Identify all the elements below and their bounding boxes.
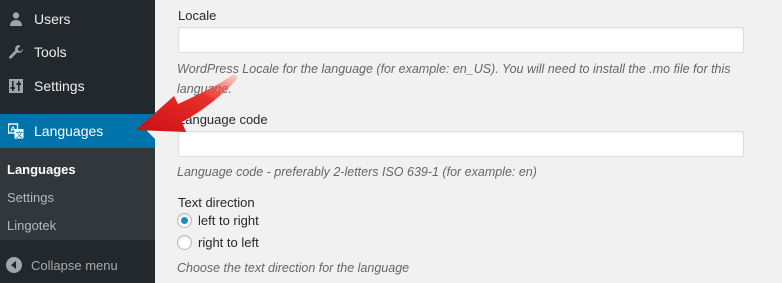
collapse-menu-button[interactable]: Collapse menu [0, 252, 155, 278]
language-code-description: Language code - preferably 2-letters ISO… [177, 165, 537, 179]
radio-ltr[interactable] [177, 213, 192, 228]
sidebar-item-label: Users [34, 11, 71, 27]
users-icon [6, 9, 26, 29]
sidebar-item-users[interactable]: Users [0, 2, 155, 36]
languages-submenu: Languages Settings Lingotek [0, 148, 155, 240]
wrench-icon [6, 42, 26, 62]
settings-icon [6, 76, 26, 96]
language-form: Locale WordPress Locale for the language… [155, 0, 782, 283]
text-direction-description: Choose the text direction for the langua… [177, 261, 410, 275]
submenu-item-lingotek[interactable]: Lingotek [7, 218, 56, 233]
locale-label: Locale [178, 8, 217, 23]
collapse-menu-label: Collapse menu [31, 257, 118, 273]
text-direction-label: Text direction [178, 195, 255, 210]
radio-option-ltr[interactable]: left to right [177, 213, 259, 228]
language-code-input[interactable] [178, 131, 744, 157]
sidebar-item-languages[interactable]: A文 Languages [0, 114, 155, 148]
sidebar-item-tools[interactable]: Tools [0, 35, 155, 69]
sidebar-item-label: Settings [34, 78, 85, 94]
sidebar-item-label: Tools [34, 44, 67, 60]
sidebar-item-label: Languages [34, 123, 104, 139]
sidebar-item-settings[interactable]: Settings [0, 69, 155, 103]
radio-option-rtl[interactable]: right to left [177, 235, 259, 250]
radio-ltr-label[interactable]: left to right [198, 213, 259, 228]
submenu-item-languages[interactable]: Languages [7, 162, 76, 177]
language-code-label: Language code [178, 112, 268, 127]
admin-sidebar: Users Tools Settings A文 Languages Langua… [0, 0, 155, 283]
svg-text:文: 文 [16, 129, 24, 139]
locale-description: WordPress Locale for the language (for e… [177, 62, 731, 96]
locale-input[interactable] [178, 27, 744, 53]
submenu-item-settings[interactable]: Settings [7, 190, 54, 205]
translate-icon: A文 [6, 121, 26, 141]
radio-rtl[interactable] [177, 235, 192, 250]
collapse-arrow-icon [6, 257, 22, 273]
radio-rtl-label[interactable]: right to left [198, 235, 259, 250]
